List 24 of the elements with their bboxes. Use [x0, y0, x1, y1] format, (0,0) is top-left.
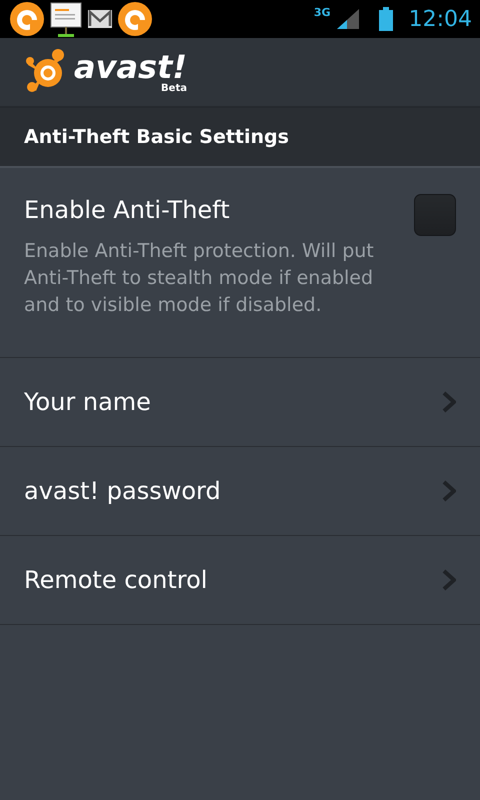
- notes-icon: [50, 1, 82, 37]
- signal-icon: [336, 9, 359, 29]
- setting-title: Remote control: [24, 566, 208, 594]
- setting-row[interactable]: Remote control: [0, 536, 480, 625]
- network-type: 3G: [314, 6, 331, 19]
- notification-icon: [10, 2, 44, 36]
- logo-text: avast!: [74, 50, 187, 82]
- notification-icon: [118, 2, 152, 36]
- checkbox[interactable]: [414, 194, 456, 236]
- setting-title: Enable Anti-Theft: [24, 196, 231, 224]
- setting-row[interactable]: Your name: [0, 358, 480, 447]
- setting-row[interactable]: Enable Anti-Theft Enable Anti-Theft protection. Will put Anti-Theft to stealth mode if enabled and to visible mode if disabled.: [0, 168, 480, 358]
- battery-icon: [378, 7, 393, 31]
- section-title: Anti-Theft Basic Settings: [24, 126, 289, 148]
- clock: 12:04: [408, 6, 472, 32]
- setting-title: avast! password: [24, 477, 222, 505]
- mail-icon: [88, 10, 112, 28]
- setting-title: Your name: [24, 388, 152, 416]
- setting-summary: Enable Anti-Theft protection. Will put Anti-Theft to stealth mode if enabled and to visible mode if disabled.: [24, 239, 375, 318]
- chevron-icon: [442, 569, 456, 591]
- setting-row[interactable]: avast! password: [0, 447, 480, 536]
- chevron-icon: [442, 480, 456, 502]
- beta-label: Beta: [161, 82, 187, 94]
- chevron-icon: [442, 391, 456, 413]
